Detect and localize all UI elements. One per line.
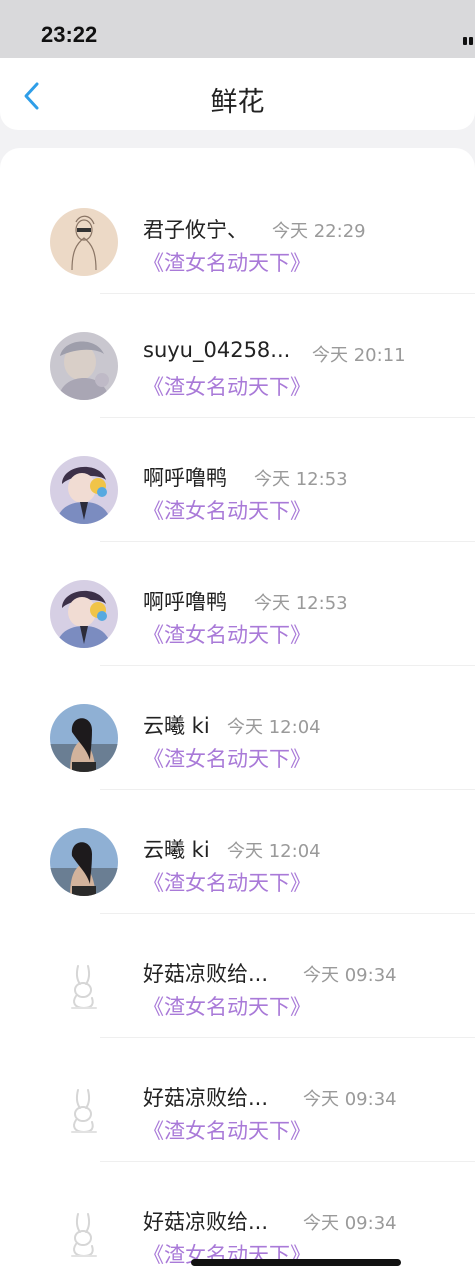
timestamp: 今天 20:11: [312, 345, 406, 366]
list-item[interactable]: 云曦 ki 今天 12:04 《渣女名动天下》: [0, 790, 475, 914]
photo-girl-avatar-icon: [50, 704, 118, 772]
book-title[interactable]: 《渣女名动天下》: [143, 247, 311, 277]
avatar[interactable]: [50, 1200, 118, 1268]
avatar[interactable]: [50, 828, 118, 896]
faded-anime-avatar-icon: [50, 332, 118, 400]
book-title[interactable]: 《渣女名动天下》: [143, 743, 311, 773]
photo-girl-avatar-icon: [50, 828, 118, 896]
timestamp: 今天 12:53: [254, 469, 348, 490]
book-title[interactable]: 《渣女名动天下》: [143, 991, 311, 1021]
page-title: 鲜花: [210, 87, 265, 118]
list-item[interactable]: 云曦 ki 今天 12:04 《渣女名动天下》: [0, 666, 475, 790]
user-name: 啊呼噜鸭: [143, 590, 227, 614]
timestamp: 今天 09:34: [303, 1089, 397, 1110]
list-item[interactable]: 君子攸宁、 今天 22:29 《渣女名动天下》: [0, 170, 475, 294]
user-name: 啊呼噜鸭: [143, 466, 227, 490]
rabbit-avatar-icon: [50, 952, 118, 1020]
timestamp: 今天 12:53: [254, 593, 348, 614]
list-item[interactable]: 好菇凉败给... 今天 09:34 《渣女名动天下》: [0, 1038, 475, 1162]
user-name: 好菇凉败给...: [143, 1210, 269, 1234]
rabbit-avatar-icon: [50, 1076, 118, 1144]
avatar[interactable]: [50, 1076, 118, 1144]
timestamp: 今天 12:04: [227, 841, 321, 862]
book-title[interactable]: 《渣女名动天下》: [143, 1115, 311, 1145]
list-item[interactable]: 啊呼噜鸭 今天 12:53 《渣女名动天下》: [0, 418, 475, 542]
list-item[interactable]: 啊呼噜鸭 今天 12:53 《渣女名动天下》: [0, 542, 475, 666]
user-name: 君子攸宁、: [143, 218, 248, 242]
book-title[interactable]: 《渣女名动天下》: [143, 371, 311, 401]
timestamp: 今天 12:04: [227, 717, 321, 738]
rabbit-avatar-icon: [50, 1200, 118, 1268]
home-indicator[interactable]: [191, 1259, 401, 1266]
flower-list: 君子攸宁、 今天 22:29 《渣女名动天下》 suyu_04258... 今天…: [0, 148, 475, 1280]
user-name: suyu_04258...: [143, 338, 291, 362]
anime-boy-avatar-icon: [50, 580, 118, 648]
anime-boy-avatar-icon: [50, 456, 118, 524]
book-title[interactable]: 《渣女名动天下》: [143, 867, 311, 897]
status-bar: 23:22: [0, 0, 475, 58]
user-name: 好菇凉败给...: [143, 1086, 269, 1110]
avatar[interactable]: [50, 580, 118, 648]
avatar[interactable]: [50, 952, 118, 1020]
status-time: 23:22: [41, 22, 98, 47]
avatar[interactable]: [50, 704, 118, 772]
user-name: 云曦 ki: [143, 838, 210, 862]
book-title[interactable]: 《渣女名动天下》: [143, 495, 311, 525]
avatar[interactable]: [50, 208, 118, 276]
nav-bar: 鲜花: [0, 58, 475, 130]
timestamp: 今天 22:29: [272, 221, 366, 242]
avatar[interactable]: [50, 456, 118, 524]
battery-icon: [463, 37, 475, 45]
list-item[interactable]: suyu_04258... 今天 20:11 《渣女名动天下》: [0, 294, 475, 418]
timestamp: 今天 09:34: [303, 965, 397, 986]
user-name: 云曦 ki: [143, 714, 210, 738]
book-title[interactable]: 《渣女名动天下》: [143, 619, 311, 649]
avatar[interactable]: [50, 332, 118, 400]
timestamp: 今天 09:34: [303, 1213, 397, 1234]
sketch-avatar-icon: [50, 208, 118, 276]
list-item[interactable]: 好菇凉败给... 今天 09:34 《渣女名动天下》: [0, 914, 475, 1038]
user-name: 好菇凉败给...: [143, 962, 269, 986]
